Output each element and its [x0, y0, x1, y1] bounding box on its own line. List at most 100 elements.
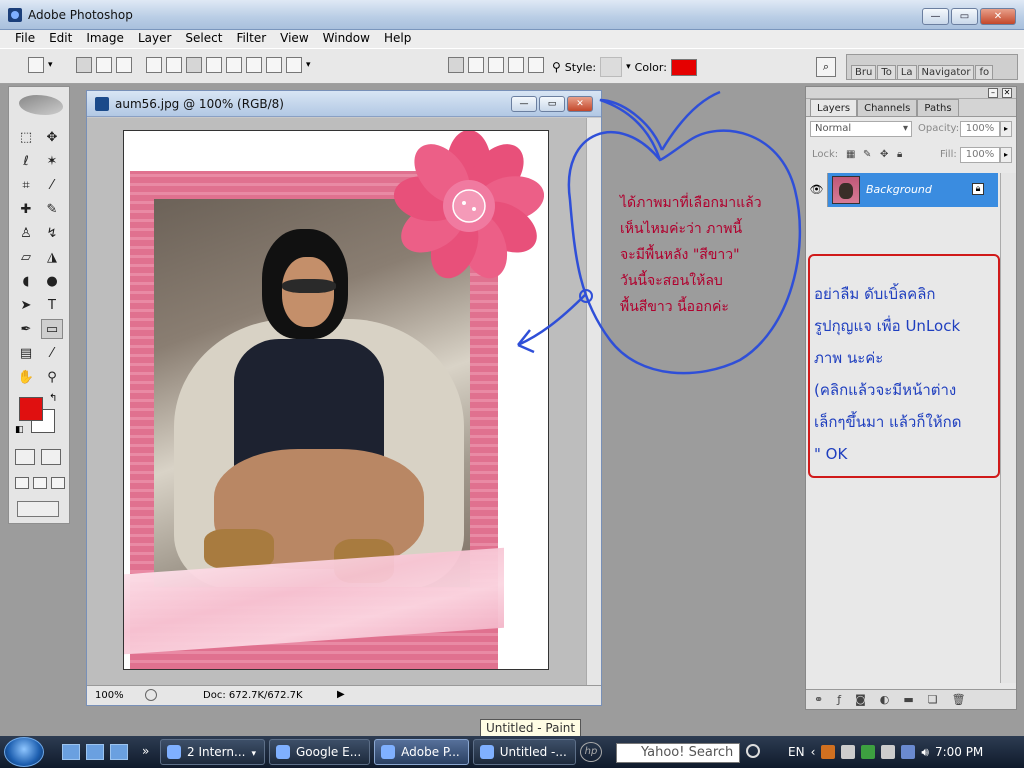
menu-window[interactable]: Window: [316, 30, 377, 48]
chevron-down-icon[interactable]: ▾: [48, 60, 53, 70]
custom-shape-icon[interactable]: [286, 57, 302, 73]
zoom-tool-icon[interactable]: ⚲: [41, 367, 63, 387]
close-button[interactable]: ✕: [980, 8, 1016, 25]
path-selection-icon[interactable]: ➤: [15, 295, 37, 315]
style-picker[interactable]: [600, 57, 623, 77]
lasso-tool-icon[interactable]: ℓ: [15, 151, 37, 171]
foreground-color-swatch[interactable]: [19, 397, 43, 421]
maximize-button[interactable]: ▭: [951, 8, 978, 25]
menu-edit[interactable]: Edit: [42, 30, 79, 48]
tool-preset-picker-icon[interactable]: [28, 57, 44, 73]
ellipse-tool-icon[interactable]: [226, 57, 242, 73]
tray-messenger-icon[interactable]: [861, 745, 876, 759]
new-group-icon[interactable]: ▬: [903, 693, 913, 706]
tray-java-icon[interactable]: [821, 745, 836, 759]
opacity-arrow-icon[interactable]: ▸: [1000, 121, 1012, 137]
jump-to-imageready-icon[interactable]: [17, 501, 59, 517]
internet-explorer-icon[interactable]: [110, 744, 128, 760]
pen-tool-icon[interactable]: [146, 57, 162, 73]
exclude-shape-icon[interactable]: [528, 57, 544, 73]
delete-layer-icon[interactable]: 🗑︎: [952, 693, 966, 706]
chevron-down-icon[interactable]: ▾: [306, 60, 311, 70]
opacity-field[interactable]: 100%: [960, 121, 1000, 137]
layer-thumbnail[interactable]: [832, 176, 860, 204]
palette-tab-brushes[interactable]: Bru: [851, 65, 877, 79]
add-mask-icon[interactable]: ◙: [855, 693, 866, 706]
doc-close-button[interactable]: ✕: [567, 96, 593, 112]
quick-launch-more-icon[interactable]: »: [142, 744, 149, 758]
layer-name[interactable]: Background: [866, 183, 932, 196]
navigator-icon[interactable]: [145, 689, 157, 701]
full-screen-icon[interactable]: [51, 477, 65, 489]
quick-mask-icon[interactable]: [41, 449, 61, 465]
move-tool-icon[interactable]: ✥: [41, 127, 63, 147]
slice-tool-icon[interactable]: ⁄: [41, 175, 63, 195]
intersect-shape-icon[interactable]: [508, 57, 524, 73]
palette-tab-layer-comps[interactable]: La: [896, 65, 917, 79]
task-photoshop[interactable]: Adobe P...: [374, 739, 469, 765]
lock-image-icon[interactable]: ✎: [863, 149, 875, 161]
panel-minimize-button[interactable]: –: [988, 88, 998, 98]
type-tool-icon[interactable]: T: [41, 295, 63, 315]
pen-tool-icon[interactable]: ✒: [15, 319, 37, 339]
paths-icon[interactable]: [96, 57, 112, 73]
clock[interactable]: 7:00 PM: [935, 745, 983, 759]
eraser-tool-icon[interactable]: ▱: [15, 247, 37, 267]
subtract-shape-icon[interactable]: [488, 57, 504, 73]
shape-layers-icon[interactable]: [76, 57, 92, 73]
blend-mode-select[interactable]: Normal: [810, 121, 912, 137]
blur-tool-icon[interactable]: ◖: [15, 271, 37, 291]
tab-paths[interactable]: Paths: [917, 99, 959, 116]
layer-style-icon[interactable]: ƒ: [837, 693, 841, 706]
fill-pixels-icon[interactable]: [116, 57, 132, 73]
start-button[interactable]: [4, 737, 44, 767]
rectangle-tool-icon[interactable]: ▭: [41, 319, 63, 339]
full-screen-menu-icon[interactable]: [33, 477, 47, 489]
hand-tool-icon[interactable]: ✋: [15, 367, 37, 387]
dodge-tool-icon[interactable]: ●: [41, 271, 63, 291]
menu-help[interactable]: Help: [377, 30, 418, 48]
default-colors-icon[interactable]: ◧: [15, 425, 24, 435]
brush-tool-icon[interactable]: ✎: [41, 199, 63, 219]
rounded-rectangle-icon[interactable]: [206, 57, 222, 73]
palette-tab-navigator[interactable]: Navigator: [917, 65, 975, 79]
status-menu-arrow-icon[interactable]: ▶: [337, 689, 345, 700]
tray-expand-icon[interactable]: ‹: [811, 745, 816, 759]
swap-colors-icon[interactable]: ↰: [49, 393, 57, 404]
menu-layer[interactable]: Layer: [131, 30, 178, 48]
switch-windows-icon[interactable]: [86, 744, 104, 760]
lock-transparent-icon[interactable]: ▦: [846, 149, 858, 161]
freeform-pen-icon[interactable]: [166, 57, 182, 73]
standard-screen-icon[interactable]: [15, 477, 29, 489]
doc-minimize-button[interactable]: —: [511, 96, 537, 112]
new-layer-icon[interactable]: ❏: [928, 693, 938, 706]
tab-layers[interactable]: Layers: [810, 99, 858, 116]
tray-app-icon[interactable]: [841, 745, 856, 759]
task-internet-explorer[interactable]: 2 Intern... ▾: [160, 739, 265, 765]
show-desktop-icon[interactable]: [62, 744, 80, 760]
tray-network-icon[interactable]: [901, 745, 916, 759]
crop-tool-icon[interactable]: ⌗: [15, 175, 37, 195]
marquee-tool-icon[interactable]: ⬚: [15, 127, 37, 147]
color-swatch[interactable]: [670, 58, 697, 76]
fill-arrow-icon[interactable]: ▸: [1000, 147, 1012, 163]
minimize-button[interactable]: —: [922, 8, 949, 25]
tab-channels[interactable]: Channels: [857, 99, 918, 116]
notes-tool-icon[interactable]: ▤: [15, 343, 37, 363]
visibility-eye-icon[interactable]: 👁︎: [806, 173, 828, 207]
rectangle-tool-icon[interactable]: [186, 57, 202, 73]
fill-field[interactable]: 100%: [960, 147, 1000, 163]
standard-mode-icon[interactable]: [15, 449, 35, 465]
search-icon[interactable]: [746, 744, 760, 758]
volume-icon[interactable]: 🔊︎: [921, 745, 929, 760]
layer-lock-icon[interactable]: 🔒︎: [972, 183, 984, 195]
panel-close-button[interactable]: ✕: [1002, 88, 1012, 98]
add-to-shape-icon[interactable]: [468, 57, 484, 73]
menu-view[interactable]: View: [273, 30, 315, 48]
menu-image[interactable]: Image: [79, 30, 131, 48]
menu-filter[interactable]: Filter: [229, 30, 273, 48]
magic-wand-icon[interactable]: ✶: [41, 151, 63, 171]
adjustment-layer-icon[interactable]: ◐: [880, 693, 890, 706]
lock-position-icon[interactable]: ✥: [880, 149, 892, 161]
file-browser-icon[interactable]: ⌕: [816, 57, 836, 77]
